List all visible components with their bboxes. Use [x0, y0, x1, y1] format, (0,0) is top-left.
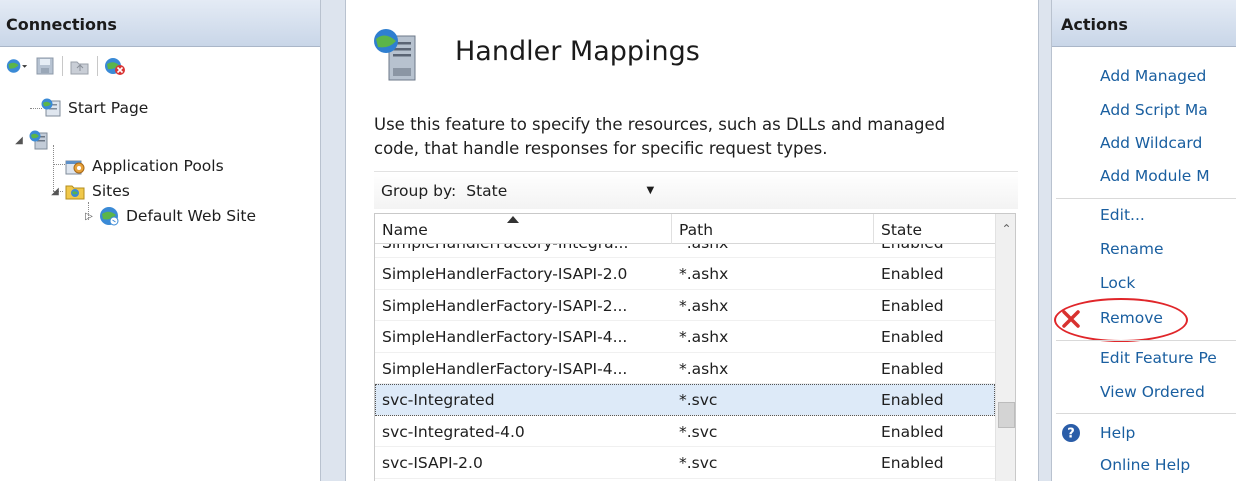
- group-by-value: State: [466, 181, 508, 200]
- handler-mappings-icon: [371, 28, 421, 84]
- table-row[interactable]: SimpleHandlerFactory-ISAPI-4... *.ashx E…: [375, 353, 995, 384]
- table-row[interactable]: SimpleHandlerFactory-Integra... *.ashx E…: [375, 242, 995, 258]
- save-icon[interactable]: [34, 55, 56, 77]
- toolbar-divider: [97, 56, 98, 76]
- help-icon[interactable]: ?: [1060, 422, 1082, 444]
- actions-pane: Actions Add Managed Add Script Ma Add Wi…: [1051, 0, 1236, 481]
- server-icon: [28, 129, 50, 151]
- column-header-name[interactable]: Name: [375, 214, 672, 244]
- connect-globe-icon[interactable]: [6, 55, 28, 77]
- feature-pane: Handler Mappings Use this feature to spe…: [345, 0, 1039, 481]
- table-header: Name Path State: [375, 214, 995, 244]
- group-by-label: Group by:: [381, 181, 457, 200]
- table-row[interactable]: svc-ISAPI-2.0 *.svc Enabled: [375, 447, 995, 479]
- application-pools-icon: [64, 155, 86, 177]
- connections-toolbar: [0, 47, 320, 85]
- table-row-selected[interactable]: svc-Integrated *.svc Enabled: [375, 384, 995, 416]
- connections-pane: Connections Start Page ◢ Application Poo…: [0, 0, 321, 481]
- tree-item-sites[interactable]: ◢ Sites: [48, 178, 130, 204]
- page-title: Handler Mappings: [455, 36, 700, 67]
- online-help-link[interactable]: Online Help: [1100, 456, 1190, 474]
- collapse-triangle-icon[interactable]: ◢: [48, 186, 62, 197]
- tree-item-label: Start Page: [68, 99, 149, 117]
- table-scrollbar[interactable]: ⌃: [995, 214, 1015, 481]
- pane-splitter[interactable]: [1039, 0, 1051, 481]
- table-row[interactable]: svc-Integrated-4.0 *.svc Enabled: [375, 416, 995, 447]
- group-by-bar: Group by: State ▼: [374, 171, 1018, 209]
- connections-header: Connections: [0, 0, 320, 47]
- column-header-state[interactable]: State: [874, 214, 995, 244]
- toolbar-divider: [62, 56, 63, 76]
- feature-description: Use this feature to specify the resource…: [374, 115, 946, 158]
- table-row[interactable]: SimpleHandlerFactory-ISAPI-2... *.ashx E…: [375, 290, 995, 321]
- tree-item-application-pools[interactable]: Application Pools: [64, 153, 224, 179]
- actions-divider: [1056, 413, 1236, 414]
- up-folder-icon[interactable]: [69, 55, 91, 77]
- actions-header: Actions: [1052, 0, 1236, 47]
- edit-feature-permissions-link[interactable]: Edit Feature Pe: [1100, 349, 1217, 367]
- handler-mappings-table: Name Path State SimpleHandlerFactory-Int…: [374, 213, 1016, 481]
- actions-divider: [1056, 340, 1236, 341]
- help-link[interactable]: Help: [1100, 424, 1135, 442]
- actions-divider: [1056, 198, 1236, 199]
- lock-link[interactable]: Lock: [1100, 274, 1135, 292]
- tree-item-start-page[interactable]: Start Page: [40, 95, 148, 121]
- tree-item-default-web-site[interactable]: ▷ Default Web Site: [82, 203, 256, 229]
- pane-splitter[interactable]: [321, 0, 345, 481]
- scrollbar-thumb[interactable]: [998, 402, 1015, 428]
- chevron-down-icon: ▼: [646, 185, 655, 196]
- tree-item-label: Sites: [92, 182, 130, 200]
- disconnect-icon[interactable]: [104, 55, 126, 77]
- rename-link[interactable]: Rename: [1100, 240, 1164, 258]
- column-header-path[interactable]: Path: [672, 214, 874, 244]
- expand-triangle-icon[interactable]: ▷: [82, 211, 96, 222]
- scroll-up-icon[interactable]: ⌃: [996, 214, 1015, 244]
- add-module-mapping-link[interactable]: Add Module M: [1100, 167, 1210, 185]
- sort-ascending-icon: [507, 216, 519, 223]
- website-globe-icon: [98, 205, 120, 227]
- table-row[interactable]: SimpleHandlerFactory-ISAPI-4... *.ashx E…: [375, 321, 995, 353]
- collapse-triangle-icon[interactable]: ◢: [12, 135, 26, 146]
- tree-item-server[interactable]: ◢: [12, 127, 56, 153]
- add-managed-handler-link[interactable]: Add Managed: [1100, 67, 1206, 85]
- add-wildcard-script-map-link[interactable]: Add Wildcard: [1100, 134, 1202, 152]
- sites-folder-icon: [64, 180, 86, 202]
- group-by-select[interactable]: State ▼: [466, 182, 654, 200]
- tree-item-label: Application Pools: [92, 157, 224, 175]
- start-page-icon: [40, 97, 62, 119]
- table-body: SimpleHandlerFactory-Integra... *.ashx E…: [375, 242, 995, 479]
- view-ordered-list-link[interactable]: View Ordered: [1100, 383, 1205, 401]
- table-row[interactable]: SimpleHandlerFactory-ISAPI-2.0 *.ashx En…: [375, 258, 995, 290]
- tree-item-label: Default Web Site: [126, 207, 257, 225]
- add-script-map-link[interactable]: Add Script Ma: [1100, 101, 1208, 119]
- edit-link[interactable]: Edit...: [1100, 206, 1145, 224]
- svg-text:?: ?: [1067, 427, 1075, 442]
- remove-highlight-annotation: [1054, 298, 1188, 342]
